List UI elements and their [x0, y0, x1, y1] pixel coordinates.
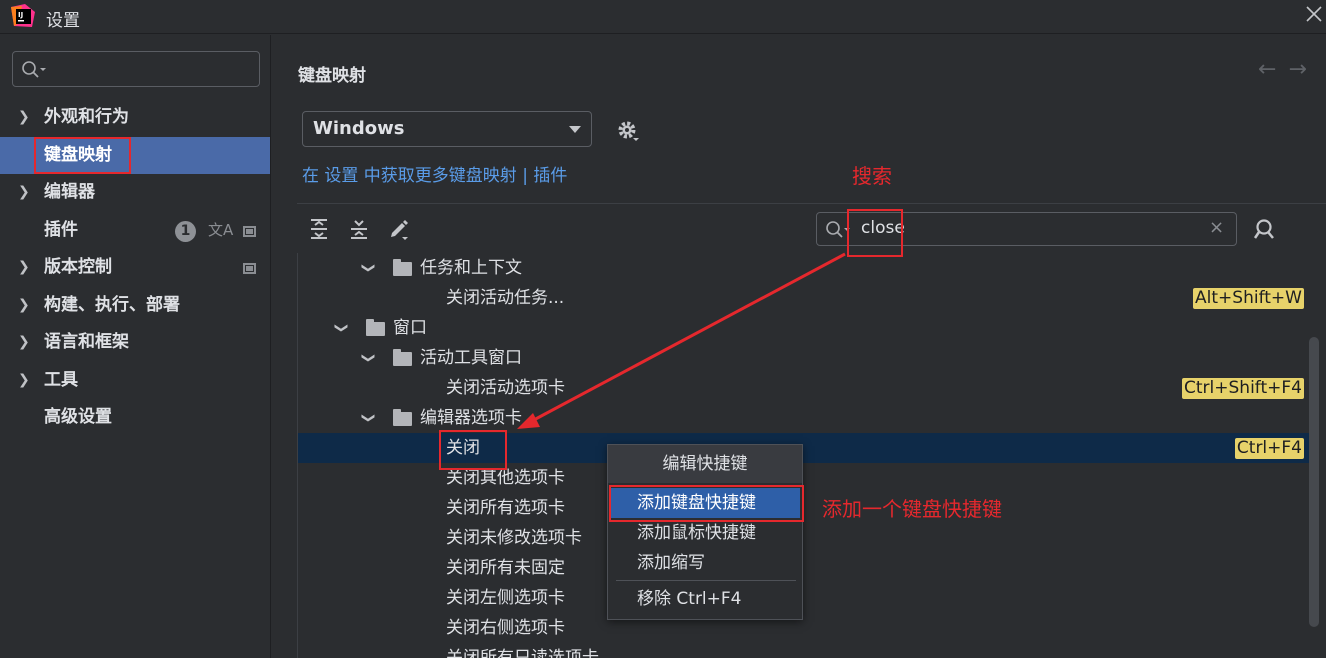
sidebar-item-vcs[interactable]: ❯ 版本控制 — [0, 249, 270, 287]
tree-folder-row[interactable]: ❯ 窗口 — [298, 313, 1319, 343]
sidebar-item-languages[interactable]: ❯ 语言和框架 — [0, 324, 270, 362]
chevron-right-icon[interactable]: ❯ — [18, 174, 30, 212]
tree-action-row[interactable]: 关闭活动任务... Alt+Shift+W — [298, 283, 1319, 313]
collapse-all-icon[interactable] — [348, 218, 370, 240]
sidebar-item-advanced[interactable]: 高级设置 — [0, 399, 270, 437]
sidebar-item-tools[interactable]: ❯ 工具 — [0, 362, 270, 400]
gear-icon[interactable] — [616, 119, 640, 143]
clear-search-icon[interactable]: × — [1209, 217, 1224, 238]
sidebar-item-label: 编辑器 — [44, 182, 95, 202]
dropdown-caret-icon — [569, 126, 581, 133]
remove-shortcut-item[interactable]: 移除 Ctrl+F4 — [610, 584, 800, 614]
chevron-down-icon[interactable]: ❯ — [352, 263, 382, 274]
settings-sidebar: ❯ 外观和行为 键盘映射 ❯ 编辑器 插件 1 文A ❯ 版本控制 ❯ 构建、执… — [0, 35, 271, 658]
page-title: 键盘映射 — [298, 66, 366, 86]
shortcut-badge: Alt+Shift+W — [1193, 288, 1304, 309]
tree-scrollbar[interactable] — [1309, 337, 1319, 627]
close-icon[interactable] — [1304, 4, 1324, 24]
plugins-update-badge: 1 — [175, 220, 196, 242]
project-scope-icon — [243, 263, 256, 274]
sidebar-item-build[interactable]: ❯ 构建、执行、部署 — [0, 287, 270, 325]
menu-divider — [616, 580, 796, 581]
folder-icon — [393, 409, 412, 426]
chevron-right-icon[interactable]: ❯ — [18, 287, 30, 325]
annotation-box-close — [439, 430, 507, 470]
add-abbreviation-item[interactable]: 添加缩写 — [610, 548, 800, 578]
tree-folder-row[interactable]: ❯ 活动工具窗口 — [298, 343, 1319, 373]
tree-action-label: 关闭未修改选项卡 — [446, 528, 582, 548]
sidebar-item-appearance[interactable]: ❯ 外观和行为 — [0, 99, 270, 137]
sidebar-item-editor[interactable]: ❯ 编辑器 — [0, 174, 270, 212]
annotation-box-search — [847, 209, 903, 257]
sidebar-item-label: 工具 — [44, 369, 78, 390]
svg-text:IJ: IJ — [18, 11, 23, 19]
tree-action-label: 关闭所有只读选项卡 — [446, 648, 599, 658]
chevron-right-icon[interactable]: ❯ — [18, 362, 30, 400]
sidebar-item-plugins[interactable]: 插件 1 文A — [0, 212, 270, 250]
forward-arrow-icon[interactable]: → — [1288, 57, 1318, 82]
tree-folder-label: 窗口 — [393, 318, 427, 338]
tree-action-label: 关闭所有选项卡 — [446, 498, 565, 518]
tree-action-label: 关闭左侧选项卡 — [446, 588, 565, 608]
keymap-scheme-value: Windows — [313, 118, 405, 139]
chevron-right-icon[interactable]: ❯ — [18, 249, 30, 287]
sidebar-search-input[interactable] — [12, 51, 260, 87]
context-menu-title: 编辑快捷键 — [608, 445, 802, 483]
tree-folder-row[interactable]: ❯ 任务和上下文 — [298, 253, 1319, 283]
find-by-shortcut-icon[interactable] — [1253, 217, 1277, 241]
search-icon — [22, 61, 46, 78]
tree-action-row[interactable]: 关闭所有未固定 — [298, 553, 1319, 583]
sidebar-item-label: 外观和行为 — [44, 107, 129, 127]
tree-action-row[interactable]: 关闭左侧选项卡 — [298, 583, 1319, 613]
keymap-toolbar: close × — [297, 203, 1326, 253]
tree-action-row[interactable]: 关闭右侧选项卡 — [298, 613, 1319, 643]
sidebar-item-label: 高级设置 — [44, 407, 112, 427]
sidebar-item-label: 构建、执行、部署 — [44, 294, 180, 315]
chevron-down-icon[interactable]: ❯ — [352, 413, 382, 424]
tree-folder-label: 编辑器选项卡 — [420, 408, 522, 428]
folder-icon — [366, 319, 385, 336]
edit-pencil-icon[interactable] — [388, 218, 410, 240]
folder-icon — [393, 259, 412, 276]
tree-action-label: 关闭活动选项卡 — [446, 378, 565, 398]
back-forward-arrows[interactable]: ←→ — [1258, 57, 1319, 82]
tree-folder-label: 活动工具窗口 — [420, 348, 522, 368]
tree-action-row[interactable]: 关闭未修改选项卡 — [298, 523, 1319, 553]
annotation-box-keymap — [34, 137, 131, 174]
sidebar-item-label: 版本控制 — [44, 257, 112, 277]
annotation-label-add: 添加一个键盘快捷键 — [822, 497, 1002, 521]
chevron-down-icon[interactable]: ❯ — [325, 323, 355, 334]
translate-icon: 文A — [208, 220, 234, 239]
annotation-label-search: 搜索 — [852, 164, 892, 188]
back-arrow-icon[interactable]: ← — [1258, 57, 1288, 82]
tree-action-row[interactable]: 关闭所有选项卡 — [298, 493, 1319, 523]
sidebar-item-label: 语言和框架 — [44, 332, 129, 352]
tree-folder-row[interactable]: ❯ 编辑器选项卡 — [298, 403, 1319, 433]
tree-action-label: 关闭所有未固定 — [446, 558, 565, 578]
chevron-down-icon[interactable]: ❯ — [352, 353, 382, 364]
tree-action-label: 关闭活动任务... — [446, 288, 565, 308]
title-bar: IJ 设置 — [0, 0, 1326, 34]
add-mouse-shortcut-item[interactable]: 添加鼠标快捷键 — [610, 518, 800, 548]
tree-action-row[interactable]: 关闭所有只读选项卡 — [298, 643, 1319, 658]
chevron-right-icon[interactable]: ❯ — [18, 324, 30, 362]
chevron-right-icon[interactable]: ❯ — [18, 99, 30, 137]
tree-folder-label: 任务和上下文 — [420, 258, 522, 278]
tree-action-label: 关闭右侧选项卡 — [446, 618, 565, 638]
annotation-box-add-shortcut — [609, 485, 804, 522]
expand-all-icon[interactable] — [308, 218, 330, 240]
shortcut-badge: Ctrl+Shift+F4 — [1182, 378, 1304, 399]
shortcut-badge: Ctrl+F4 — [1234, 438, 1304, 459]
tree-action-row[interactable]: 关闭活动选项卡 Ctrl+Shift+F4 — [298, 373, 1319, 403]
window-title: 设置 — [46, 11, 80, 31]
intellij-app-icon: IJ — [11, 4, 35, 27]
sidebar-item-label: 插件 — [44, 219, 78, 240]
keymap-scheme-dropdown[interactable]: Windows — [302, 111, 592, 147]
folder-icon — [393, 349, 412, 366]
edit-shortcut-context-menu: 编辑快捷键 添加键盘快捷键 添加鼠标快捷键 添加缩写 移除 Ctrl+F4 — [607, 444, 803, 620]
project-scope-icon — [243, 225, 256, 237]
get-more-keymaps-link[interactable]: 在 设置 中获取更多键盘映射 | 插件 — [302, 161, 567, 186]
